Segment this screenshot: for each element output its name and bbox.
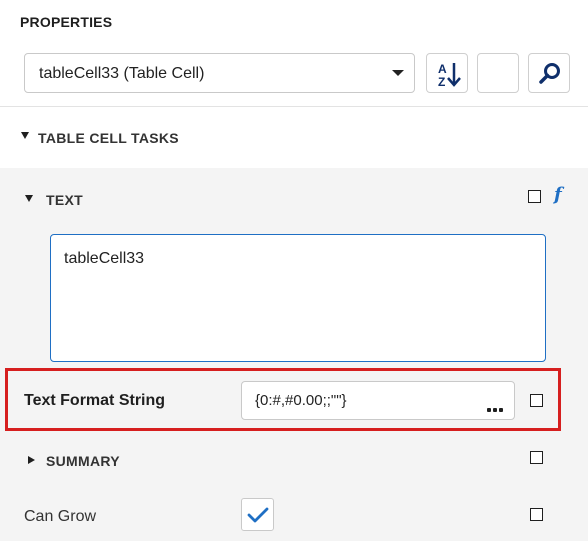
can-grow-expression-checkbox[interactable]	[530, 508, 543, 521]
text-format-string-label: Text Format String	[24, 392, 166, 409]
summary-expand-icon[interactable]	[28, 456, 35, 464]
component-selector-value: tableCell33 (Table Cell)	[39, 65, 205, 82]
panel-title: PROPERTIES	[20, 14, 113, 30]
blank-toolbar-button[interactable]	[477, 53, 519, 93]
chevron-down-icon	[392, 70, 404, 76]
text-value-textarea[interactable]: tableCell33	[50, 234, 546, 362]
summary-section-label[interactable]: SUMMARY	[46, 453, 120, 469]
expression-icon[interactable]: f	[554, 184, 562, 205]
ellipsis-icon[interactable]	[485, 399, 503, 417]
search-icon	[539, 63, 560, 84]
table-cell-tasks-toggle[interactable]: TABLE CELL TASKS	[0, 108, 588, 168]
summary-checkbox[interactable]	[530, 451, 543, 464]
svg-text:Z: Z	[438, 75, 445, 89]
text-format-string-checkbox[interactable]	[530, 394, 543, 407]
text-value: tableCell33	[64, 250, 145, 267]
text-collapse-icon[interactable]	[25, 195, 33, 202]
svg-text:A: A	[438, 62, 447, 76]
text-format-string-input[interactable]: {0:#,#0.00;;""}	[241, 381, 515, 420]
properties-header: PROPERTIES tableCell33 (Table Cell) A Z	[0, 0, 588, 107]
checkmark-icon	[247, 507, 269, 523]
can-grow-checkbox[interactable]	[241, 498, 274, 531]
expand-triangle-icon	[21, 132, 29, 139]
sort-alphabetical-icon: A Z	[438, 62, 461, 89]
text-section-label[interactable]: TEXT	[46, 192, 83, 208]
text-format-string-value: {0:#,#0.00;;""}	[255, 392, 347, 409]
text-section-checkbox[interactable]	[528, 190, 541, 203]
search-button[interactable]	[528, 53, 570, 93]
table-cell-tasks-label: TABLE CELL TASKS	[38, 130, 179, 146]
sort-alphabetical-button[interactable]: A Z	[426, 53, 468, 93]
component-selector[interactable]: tableCell33 (Table Cell)	[24, 53, 415, 93]
can-grow-label: Can Grow	[24, 508, 97, 525]
